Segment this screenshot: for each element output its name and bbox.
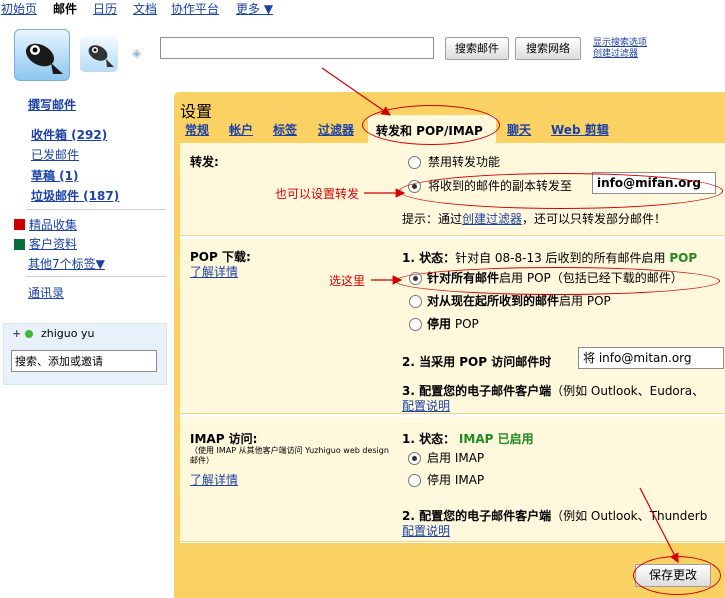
annotation-arrows: [321, 67, 679, 564]
